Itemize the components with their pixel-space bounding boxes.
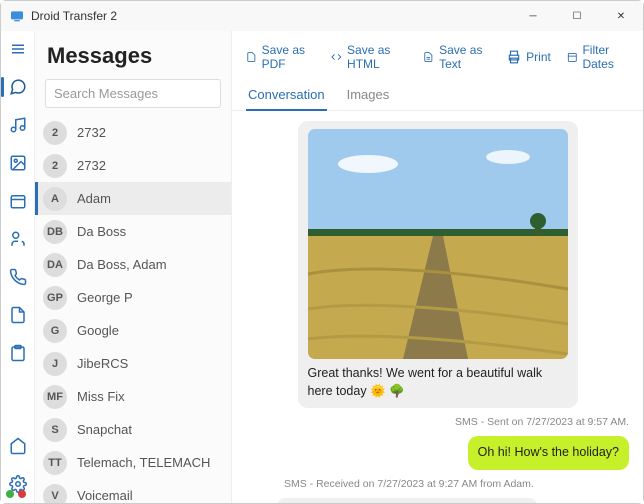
thread-name: JibeRCS	[77, 356, 128, 371]
thread-avatar: DB	[43, 220, 67, 244]
music-nav-icon[interactable]	[9, 116, 27, 134]
filter-dates-label: Filter Dates	[582, 43, 629, 71]
thread-name: Da Boss	[77, 224, 126, 239]
thread-avatar: MF	[43, 385, 67, 409]
conversation-view: Great thanks! We went for a beautiful wa…	[232, 111, 643, 503]
thread-item[interactable]: DA Da Boss, Adam	[35, 248, 231, 281]
save-text-label: Save as Text	[439, 43, 491, 71]
save-html-label: Save as HTML	[347, 43, 407, 71]
device-nav-icon[interactable]	[9, 437, 27, 455]
thread-item[interactable]: 2 2732	[35, 149, 231, 182]
thread-item[interactable]: TT Telemach, TELEMACH	[35, 446, 231, 479]
thread-avatar: J	[43, 352, 67, 376]
thread-name: Telemach, TELEMACH	[77, 455, 210, 470]
minimize-button[interactable]: ─	[511, 1, 555, 31]
page-title: Messages	[47, 43, 219, 69]
thread-avatar: TT	[43, 451, 67, 475]
files-nav-icon[interactable]	[9, 306, 27, 324]
thread-item[interactable]: J JibeRCS	[35, 347, 231, 380]
incoming-message-text: Great thanks! We went for a beautiful wa…	[308, 366, 543, 398]
thread-name: Google	[77, 323, 119, 338]
outgoing-message: Oh hi! How's the holiday?	[468, 436, 629, 470]
thread-name: George P	[77, 290, 133, 305]
save-pdf-button[interactable]: Save as PDF	[246, 43, 315, 71]
thread-name: Voicemail	[77, 488, 133, 503]
save-html-button[interactable]: Save as HTML	[331, 43, 407, 71]
close-button[interactable]: ✕	[599, 1, 643, 31]
thread-avatar: GP	[43, 286, 67, 310]
title-bar: Droid Transfer 2 ─ ☐ ✕	[1, 1, 643, 31]
messages-nav-icon[interactable]	[9, 78, 27, 96]
thread-item[interactable]: 2 2732	[35, 116, 231, 149]
thread-name: Da Boss, Adam	[77, 257, 167, 272]
attached-photo[interactable]	[308, 129, 568, 359]
calls-nav-icon[interactable]	[9, 268, 27, 286]
status-dot-red	[18, 490, 26, 498]
thread-name: 2732	[77, 158, 106, 173]
clipboard-nav-icon[interactable]	[9, 344, 27, 362]
contacts-nav-icon[interactable]	[9, 230, 27, 248]
thread-name: Snapchat	[77, 422, 132, 437]
thread-item[interactable]: MF Miss Fix	[35, 380, 231, 413]
thread-item[interactable]: G Google	[35, 314, 231, 347]
thread-avatar: A	[43, 187, 67, 211]
save-pdf-label: Save as PDF	[262, 43, 316, 71]
print-button[interactable]: Print	[507, 43, 551, 71]
status-dot-green	[6, 490, 14, 498]
photos-nav-icon[interactable]	[9, 154, 27, 172]
incoming-message: Hi mate, it's Adam. Long time, no speak!…	[276, 498, 538, 504]
content-pane: Save as PDF Save as HTML Save as Text Pr…	[232, 31, 643, 503]
maximize-button[interactable]: ☐	[555, 1, 599, 31]
app-icon	[9, 8, 25, 24]
tab-images[interactable]: Images	[345, 81, 392, 110]
menu-icon[interactable]	[9, 40, 27, 58]
thread-name: Adam	[77, 191, 111, 206]
thread-avatar: G	[43, 319, 67, 343]
thread-avatar: DA	[43, 253, 67, 277]
thread-item[interactable]: V Voicemail	[35, 479, 231, 503]
status-indicators	[6, 490, 26, 498]
window-title: Droid Transfer 2	[31, 9, 117, 23]
print-label: Print	[526, 50, 551, 64]
thread-item[interactable]: GP George P	[35, 281, 231, 314]
thread-avatar: S	[43, 418, 67, 442]
search-input[interactable]	[45, 79, 221, 108]
filter-dates-button[interactable]: Filter Dates	[567, 43, 629, 71]
tab-conversation[interactable]: Conversation	[246, 81, 327, 110]
save-text-button[interactable]: Save as Text	[423, 43, 491, 71]
thread-item[interactable]: S Snapchat	[35, 413, 231, 446]
threads-pane: Messages 2 2732 2 2732 A Adam DB Da Boss DA Da Bo…	[35, 31, 232, 503]
thread-avatar: 2	[43, 121, 67, 145]
incoming-message-with-photo: Great thanks! We went for a beautiful wa…	[298, 121, 578, 408]
calendar-nav-icon[interactable]	[9, 192, 27, 210]
thread-avatar: 2	[43, 154, 67, 178]
thread-item[interactable]: A Adam	[35, 182, 231, 215]
thread-avatar: V	[43, 484, 67, 504]
nav-rail	[1, 31, 35, 503]
thread-name: 2732	[77, 125, 106, 140]
thread-item[interactable]: DB Da Boss	[35, 215, 231, 248]
received-meta: SMS - Received on 7/27/2023 at 9:27 AM f…	[246, 478, 534, 490]
sent-meta: SMS - Sent on 7/27/2023 at 9:57 AM.	[455, 416, 629, 428]
thread-name: Miss Fix	[77, 389, 125, 404]
